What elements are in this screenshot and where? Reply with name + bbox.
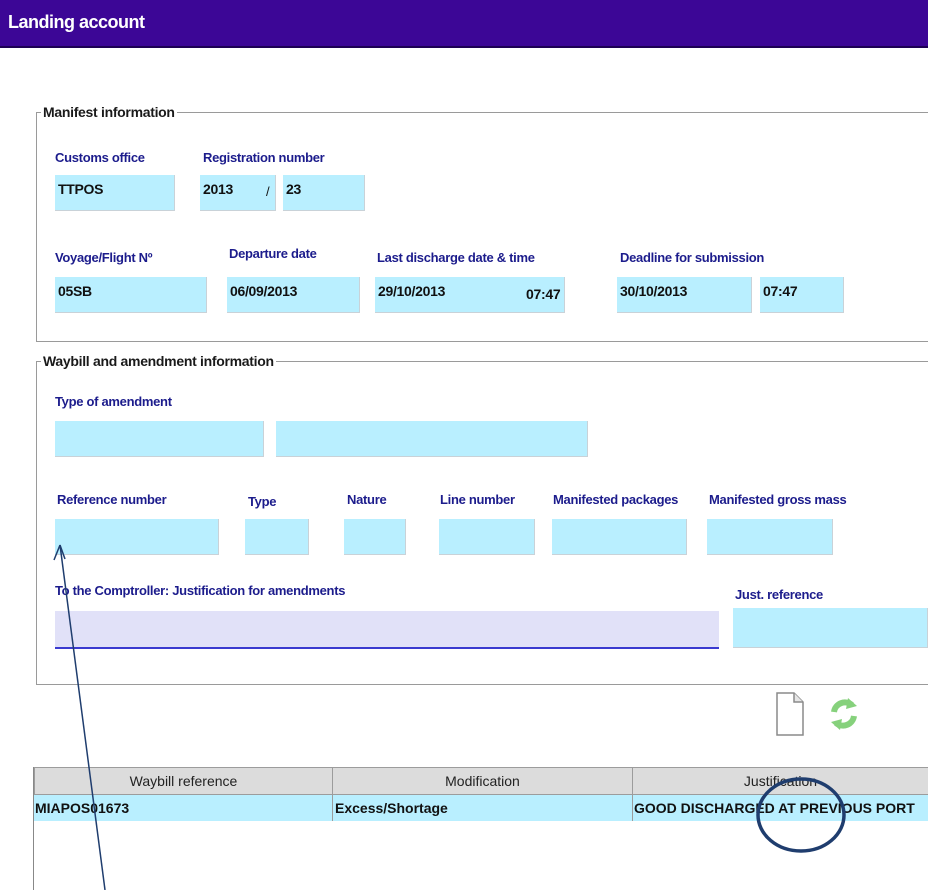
last-discharge-label: Last discharge date & time (377, 250, 535, 265)
type-of-amendment-label: Type of amendment (55, 394, 172, 409)
line-number-label: Line number (440, 492, 515, 507)
cell-modification: Excess/Shortage (332, 795, 633, 821)
reference-number-label: Reference number (57, 492, 167, 507)
column-header-justification[interactable]: Justification (632, 767, 928, 795)
title-bar: Landing account (0, 0, 928, 48)
column-header-waybill-reference[interactable]: Waybill reference (34, 767, 333, 795)
line-number-field[interactable] (439, 519, 535, 555)
amendment-type-description-field[interactable] (276, 421, 588, 457)
just-reference-field[interactable] (733, 608, 928, 648)
amendment-type-code-field[interactable] (55, 421, 264, 457)
waybill-grid: Waybill reference Modification Justifica… (33, 767, 928, 890)
column-header-modification[interactable]: Modification (332, 767, 633, 795)
window-title: Landing account (8, 12, 145, 32)
justification-label: To the Comptroller: Justification for am… (55, 583, 346, 598)
voyage-flight-label: Voyage/Flight Nº (55, 250, 153, 265)
registration-year-field[interactable]: 2013 (200, 175, 276, 211)
table-row[interactable]: MIAPOS01673 Excess/Shortage GOOD DISCHAR… (34, 795, 928, 821)
waybill-legend: Waybill and amendment information (43, 353, 274, 369)
refresh-icon[interactable] (826, 694, 862, 734)
manifested-gross-mass-label: Manifested gross mass (709, 492, 847, 507)
customs-office-field[interactable]: TTPOS (55, 175, 175, 211)
nature-field[interactable] (344, 519, 406, 555)
registration-number-field[interactable]: 23 (283, 175, 365, 211)
manifested-packages-label: Manifested packages (553, 492, 679, 507)
type-label: Type (248, 494, 277, 509)
voyage-flight-field[interactable]: 05SB (55, 277, 207, 313)
cell-waybill-reference: MIAPOS01673 (34, 795, 333, 821)
deadline-label: Deadline for submission (620, 250, 765, 265)
cell-justification: GOOD DISCHARGED AT PREVIOUS PORT (632, 795, 928, 821)
type-field[interactable] (245, 519, 309, 555)
deadline-time-field[interactable]: 07:47 (760, 277, 844, 313)
manifest-legend: Manifest information (43, 104, 175, 120)
manifested-packages-field[interactable] (552, 519, 687, 555)
manifested-gross-mass-field[interactable] (707, 519, 833, 555)
reference-number-field[interactable] (55, 519, 219, 555)
registration-separator: / (266, 184, 270, 199)
nature-label: Nature (347, 492, 387, 507)
just-reference-label: Just. reference (735, 587, 823, 602)
departure-date-field[interactable]: 06/09/2013 (227, 277, 360, 313)
customs-office-label: Customs office (55, 150, 145, 165)
new-document-icon[interactable] (774, 690, 806, 738)
justification-field[interactable] (55, 611, 719, 649)
last-discharge-time-value: 07:47 (526, 286, 561, 302)
departure-date-label: Departure date (229, 246, 317, 261)
registration-number-label: Registration number (203, 150, 325, 165)
deadline-date-field[interactable]: 30/10/2013 (617, 277, 752, 313)
